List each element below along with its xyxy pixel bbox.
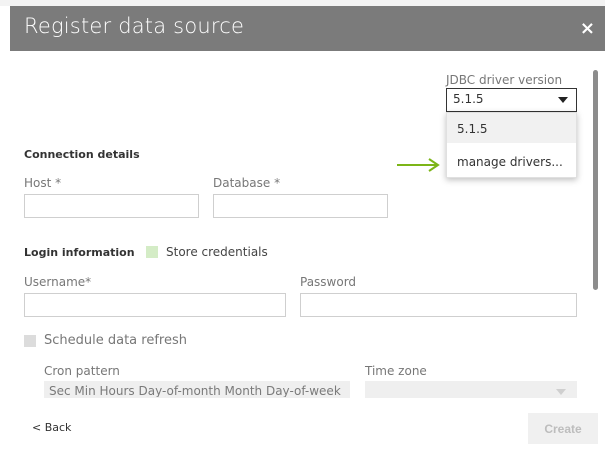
register-data-source-dialog: Register data source × JDBC driver versi… bbox=[0, 0, 605, 455]
time-zone-select[interactable] bbox=[365, 381, 577, 398]
schedule-refresh-checkbox[interactable] bbox=[24, 335, 36, 347]
driver-version-label: JDBC driver version bbox=[446, 73, 563, 87]
dialog-header: Register data source × bbox=[10, 6, 605, 51]
menu-item-manage-drivers[interactable]: manage drivers... bbox=[447, 146, 576, 176]
host-label: Host * bbox=[24, 176, 62, 190]
dialog-title: Register data source bbox=[24, 14, 245, 38]
host-input[interactable] bbox=[24, 194, 199, 218]
schedule-refresh-label: Schedule data refresh bbox=[44, 333, 187, 348]
database-input[interactable] bbox=[213, 194, 388, 218]
driver-version-menu: 5.1.5 manage drivers... bbox=[446, 112, 577, 178]
connection-details-heading: Connection details bbox=[24, 148, 140, 161]
database-label: Database * bbox=[213, 176, 281, 190]
cron-pattern-input[interactable]: Sec Min Hours Day-of-month Month Day-of-… bbox=[44, 381, 350, 398]
store-credentials-label: Store credentials bbox=[166, 245, 268, 259]
close-icon[interactable]: × bbox=[580, 18, 595, 39]
password-input[interactable] bbox=[300, 293, 577, 317]
left-gutter bbox=[0, 6, 10, 455]
create-button[interactable]: Create bbox=[528, 413, 598, 444]
menu-item-5-1-5[interactable]: 5.1.5 bbox=[447, 113, 576, 143]
back-button[interactable]: < Back bbox=[32, 421, 71, 434]
driver-version-select[interactable]: 5.1.5 bbox=[446, 88, 577, 112]
login-information-heading: Login information bbox=[24, 246, 135, 259]
username-label: Username* bbox=[24, 275, 92, 289]
cron-pattern-label: Cron pattern bbox=[44, 364, 120, 378]
driver-version-value: 5.1.5 bbox=[453, 92, 484, 106]
pointer-arrow-icon bbox=[397, 158, 440, 172]
caret-down-icon bbox=[558, 97, 568, 103]
scrollbar[interactable] bbox=[593, 70, 598, 290]
caret-down-icon bbox=[556, 389, 566, 395]
password-label: Password bbox=[300, 275, 357, 289]
cron-pattern-placeholder: Sec Min Hours Day-of-month Month Day-of-… bbox=[49, 384, 341, 398]
store-credentials-checkbox[interactable] bbox=[146, 246, 158, 258]
username-input[interactable] bbox=[24, 293, 286, 317]
time-zone-label: Time zone bbox=[365, 364, 427, 378]
